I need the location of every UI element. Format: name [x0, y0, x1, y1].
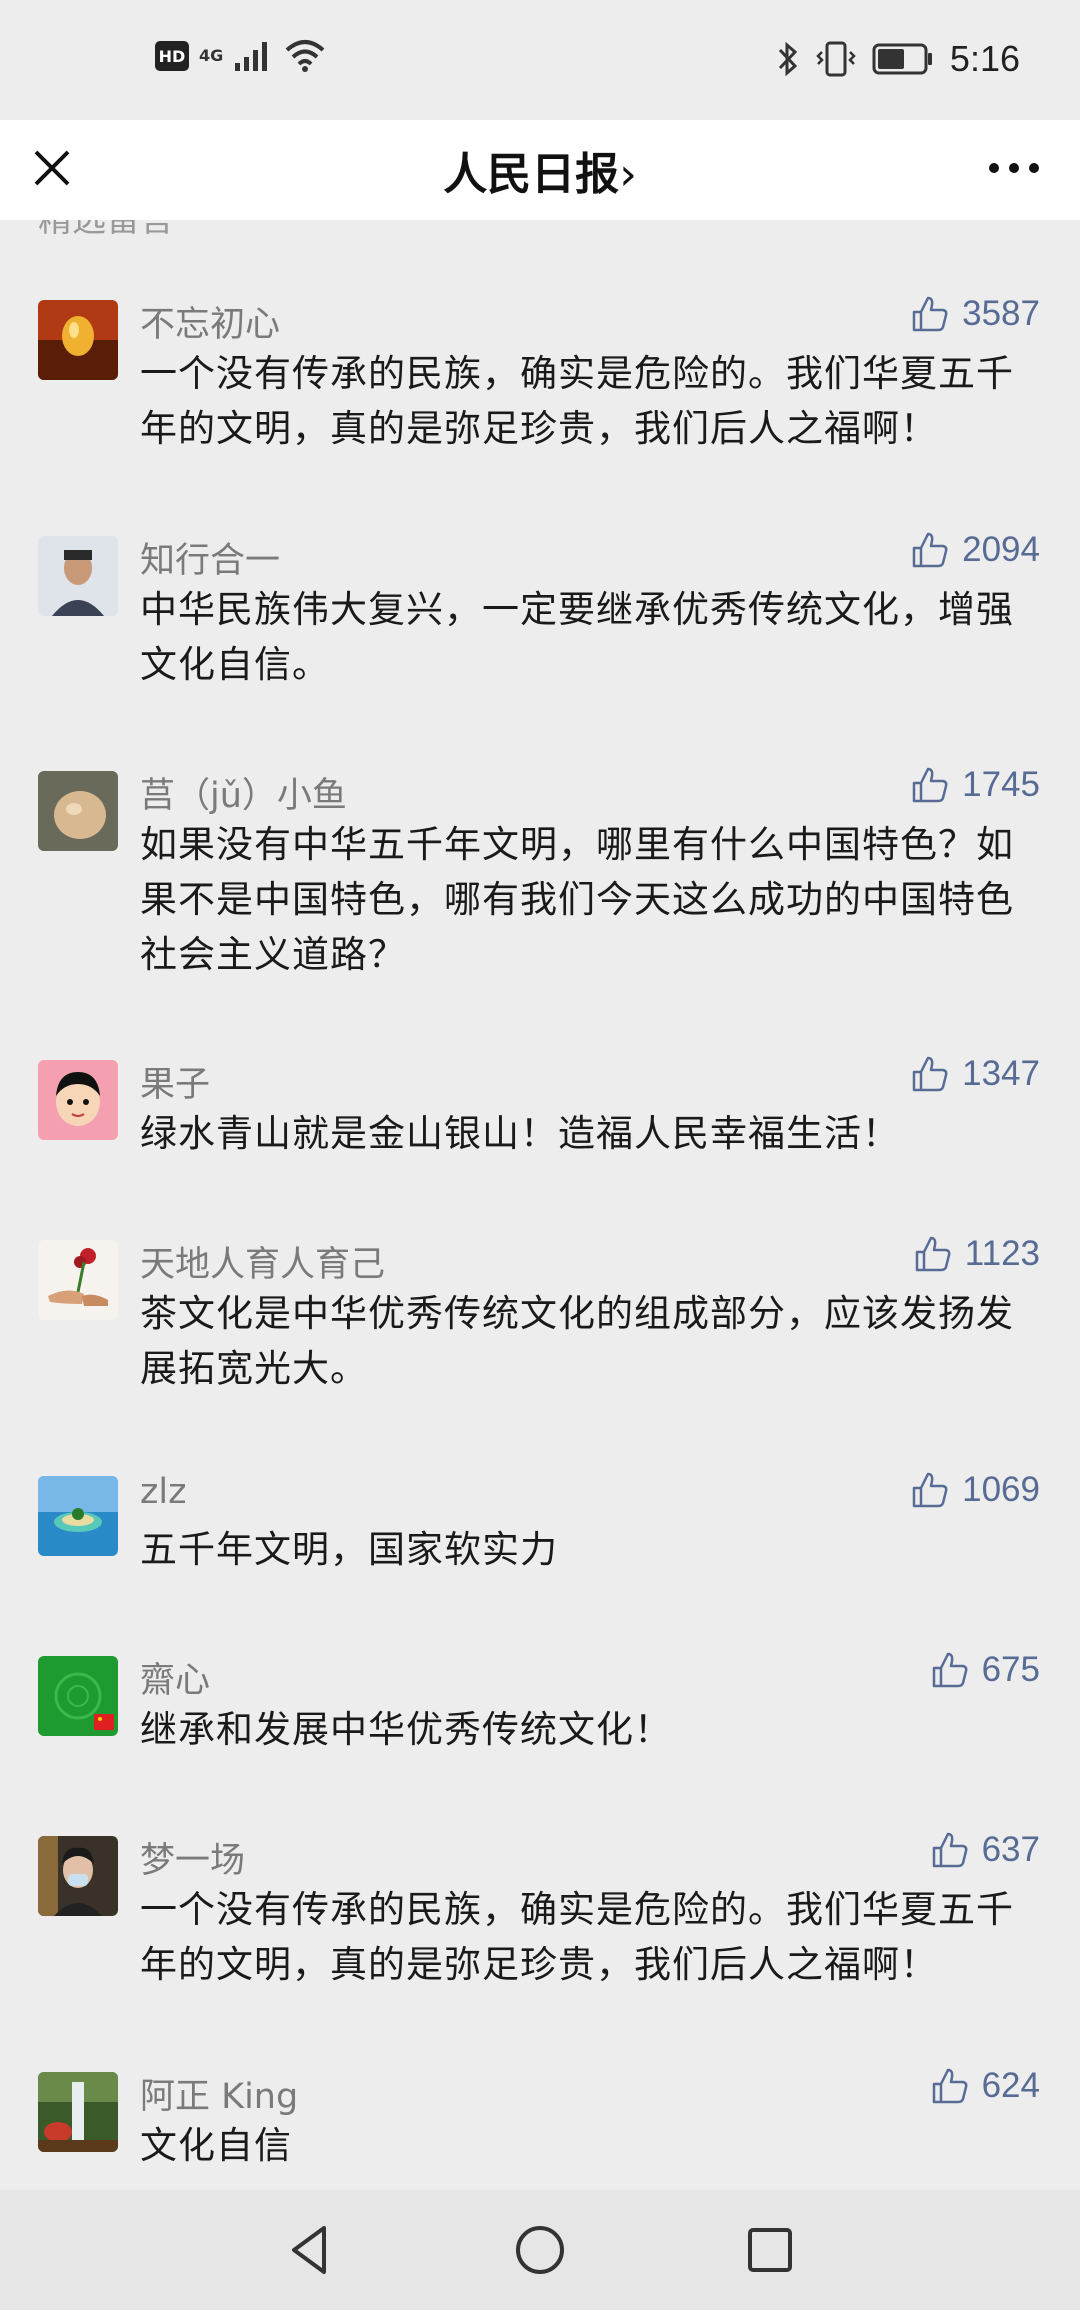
like-button[interactable]: 1123 — [913, 1234, 1040, 1274]
nav-recents-icon[interactable] — [740, 2220, 800, 2280]
system-nav-bar — [0, 2190, 1080, 2310]
comments-list: 精选留言 不忘初心 3587 一个没有传承的民族，确实是危险的。我们华夏五千年的… — [0, 220, 1080, 2190]
account-name: 人民日报 — [443, 149, 620, 200]
comment-author[interactable]: 不忘初心 — [140, 296, 280, 347]
chevron-right-icon: › — [619, 149, 637, 200]
like-count: 1745 — [962, 765, 1040, 804]
avatar[interactable] — [38, 1836, 118, 1916]
like-count: 1123 — [964, 1234, 1040, 1273]
like-button[interactable]: 1347 — [910, 1054, 1040, 1094]
thumbs-up-icon — [932, 1832, 968, 1868]
comment-author[interactable]: zlz — [140, 1472, 186, 1512]
more-dots-icon[interactable] — [984, 148, 1044, 188]
status-bar: HD 4G 5:16 — [0, 0, 1080, 120]
avatar[interactable] — [38, 771, 118, 851]
comment-text: 五千年文明，国家软实力 — [140, 1528, 558, 1571]
wifi-icon — [285, 40, 325, 72]
comment-author[interactable]: 果子 — [140, 1056, 210, 1107]
avatar[interactable] — [38, 1060, 118, 1140]
comment-author[interactable]: 梦一场 — [140, 1832, 245, 1883]
like-count: 624 — [981, 2066, 1040, 2105]
like-button[interactable]: 3587 — [910, 294, 1040, 334]
thumbs-up-icon — [912, 1056, 948, 1092]
status-left: HD 4G — [155, 38, 327, 74]
status-right: 5:16 — [776, 38, 1020, 80]
comment-author[interactable]: 知行合一 — [140, 532, 280, 583]
like-button[interactable]: 2094 — [910, 530, 1040, 570]
thumbs-up-icon — [915, 1236, 951, 1272]
like-count: 2094 — [962, 530, 1040, 569]
clock: 5:16 — [949, 38, 1020, 79]
thumbs-up-icon — [932, 2068, 968, 2104]
section-label: 精选留言 — [38, 220, 174, 240]
avatar[interactable] — [38, 1240, 118, 1320]
like-button[interactable]: 637 — [930, 1830, 1040, 1870]
hd-badge: HD — [155, 41, 189, 71]
thumbs-up-icon — [912, 1472, 948, 1508]
like-count: 1069 — [962, 1470, 1040, 1509]
comment-text: 茶文化是中华优秀传统文化的组成部分，应该发扬发展拓宽光大。 — [140, 1292, 1014, 1390]
comment-text: 一个没有传承的民族，确实是危险的。我们华夏五千年的文明，真的是弥足珍贵，我们后人… — [140, 352, 1014, 450]
comment-text: 文化自信 — [140, 2124, 292, 2167]
avatar[interactable] — [38, 1656, 118, 1736]
comment-text: 继承和发展中华优秀传统文化！ — [140, 1708, 672, 1751]
like-button[interactable]: 1745 — [910, 765, 1040, 805]
comment-text: 一个没有传承的民族，确实是危险的。我们华夏五千年的文明，真的是弥足珍贵，我们后人… — [140, 1888, 1014, 1986]
avatar[interactable] — [38, 300, 118, 380]
thumbs-up-icon — [912, 532, 948, 568]
like-button[interactable]: 675 — [930, 1650, 1040, 1690]
comment-text: 绿水青山就是金山银山！造福人民幸福生活！ — [140, 1112, 900, 1155]
avatar[interactable] — [38, 2072, 118, 2152]
comment-text: 如果没有中华五千年文明，哪里有什么中国特色？如果不是中国特色，哪有我们今天这么成… — [140, 823, 1014, 976]
battery-icon — [872, 43, 932, 75]
thumbs-up-icon — [912, 296, 948, 332]
avatar[interactable] — [38, 1476, 118, 1556]
avatar[interactable] — [38, 536, 118, 616]
like-count: 637 — [981, 1830, 1040, 1869]
like-count: 1347 — [962, 1054, 1040, 1093]
nav-back-icon[interactable] — [280, 2220, 340, 2280]
account-title[interactable]: 人民日报› — [0, 138, 1080, 202]
comment-author[interactable]: 莒（jǔ）小鱼 — [140, 767, 347, 818]
thumbs-up-icon — [912, 767, 948, 803]
article-header: 人民日报› — [0, 120, 1080, 220]
comment-text: 中华民族伟大复兴，一定要继承优秀传统文化，增强文化自信。 — [140, 588, 1014, 686]
comment-author[interactable]: 齋心 — [140, 1652, 210, 1703]
nav-home-icon[interactable] — [510, 2220, 570, 2280]
vibrate-icon — [816, 41, 856, 77]
like-button[interactable]: 624 — [930, 2066, 1040, 2106]
comment-author[interactable]: 阿正 King — [140, 2068, 298, 2119]
like-count: 675 — [981, 1650, 1040, 1689]
thumbs-up-icon — [932, 1652, 968, 1688]
like-count: 3587 — [962, 294, 1040, 333]
signal-icon — [235, 42, 268, 71]
comment-author[interactable]: 天地人育人育己 — [140, 1236, 385, 1287]
bluetooth-icon — [778, 41, 798, 77]
like-button[interactable]: 1069 — [910, 1470, 1040, 1510]
network-type: 4G — [199, 46, 224, 65]
